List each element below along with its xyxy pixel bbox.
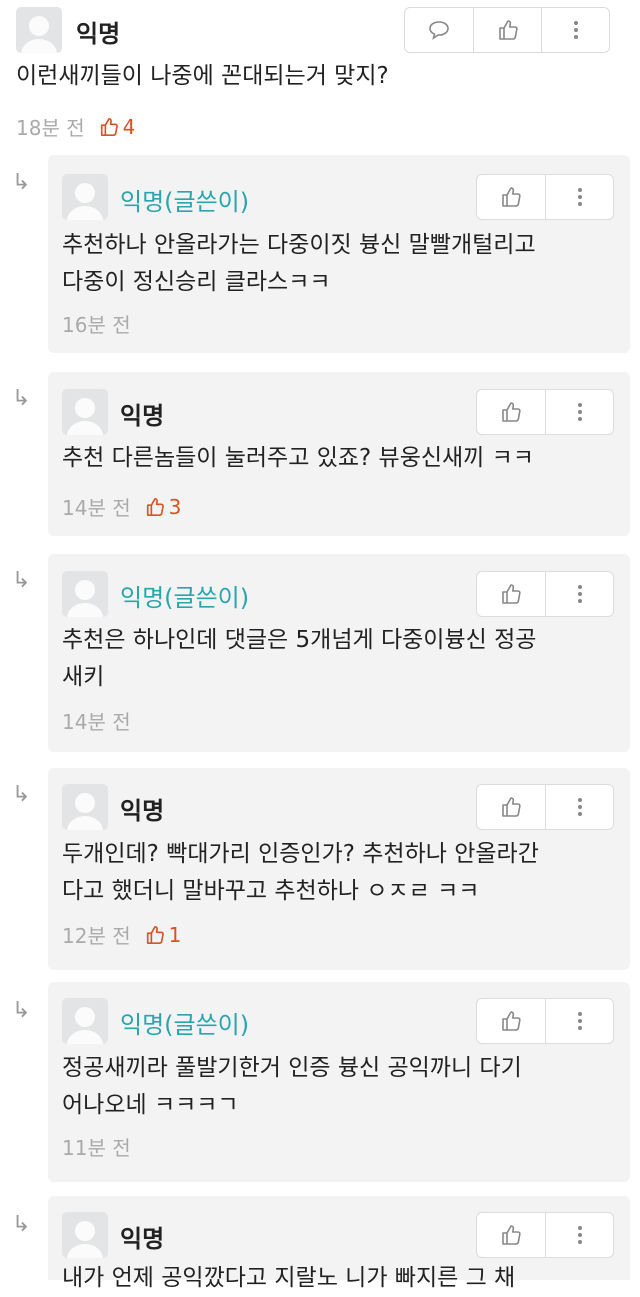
comment-meta: 16분 전 bbox=[62, 309, 131, 338]
comment-author[interactable]: 익명(글쓴이) bbox=[120, 182, 249, 217]
comment-meta: 14분 전 3 bbox=[62, 492, 181, 521]
comment-actions bbox=[476, 1212, 614, 1258]
comment-author[interactable]: 익명 bbox=[120, 396, 164, 431]
comment-text: 추천 다른놈들이 눌러주고 있죠? 뷰웅신새끼 ㅋㅋ bbox=[62, 445, 534, 471]
reply-comment: 익명 두개인데? 빡대가리 인증인가? 추천하나 안올라간 다고 했더니 말바꾸… bbox=[48, 768, 630, 970]
reply-button[interactable] bbox=[405, 8, 473, 52]
comment-text: 이런새끼들이 나중에 꼰대되는거 맞지? bbox=[16, 63, 389, 89]
thumbs-up-icon bbox=[502, 402, 521, 422]
comment-author[interactable]: 익명(글쓴이) bbox=[120, 1005, 249, 1040]
comment-time: 18분 전 bbox=[16, 116, 85, 140]
comment-actions bbox=[476, 784, 614, 830]
comment-author[interactable]: 익명 bbox=[120, 791, 164, 826]
comment-time: 14분 전 bbox=[62, 496, 131, 520]
more-button[interactable] bbox=[545, 1213, 613, 1257]
comment-time: 14분 전 bbox=[62, 710, 131, 734]
avatar[interactable] bbox=[62, 998, 108, 1044]
avatar[interactable] bbox=[62, 389, 108, 435]
reply-arrow-icon: ↳ bbox=[12, 170, 31, 195]
reply-arrow-icon: ↳ bbox=[12, 782, 31, 807]
avatar[interactable] bbox=[16, 7, 62, 53]
reply-comment: 익명(글쓴이) 추천하나 안올라가는 다중이짓 븅신 말빨개털리고 다중이 정신… bbox=[48, 155, 630, 353]
like-button[interactable] bbox=[477, 785, 545, 829]
comment-actions bbox=[476, 389, 614, 435]
like-count: 4 bbox=[99, 115, 135, 139]
comment-text: 정공새끼라 풀발기한거 인증 븅신 공익까니 다기 어나오네 ㅋㅋㅋㄱ bbox=[62, 1055, 522, 1118]
like-button[interactable] bbox=[477, 175, 545, 219]
reply-comment: 익명 추천 다른놈들이 눌러주고 있죠? 뷰웅신새끼 ㅋㅋ 14분 전 3 bbox=[48, 372, 630, 536]
speech-bubble-icon bbox=[429, 21, 449, 40]
comment-meta: 12분 전 1 bbox=[62, 920, 181, 949]
top-comment: 익명 이런새끼들이 나중에 꼰대되는거 맞지? 18분 전 4 bbox=[0, 0, 640, 150]
more-button[interactable] bbox=[541, 8, 609, 52]
more-vertical-icon bbox=[573, 21, 578, 39]
comment-actions bbox=[476, 174, 614, 220]
like-button[interactable] bbox=[477, 999, 545, 1043]
thumbs-up-icon bbox=[502, 797, 521, 817]
avatar[interactable] bbox=[62, 784, 108, 830]
comment-text: 내가 언제 공익깠다고 지랄노 니가 빠지른 그 채 bbox=[62, 1265, 516, 1291]
thumbs-up-icon bbox=[498, 20, 518, 40]
like-button[interactable] bbox=[477, 1213, 545, 1257]
comment-author[interactable]: 익명(글쓴이) bbox=[120, 578, 249, 613]
more-button[interactable] bbox=[545, 175, 613, 219]
more-vertical-icon bbox=[577, 1226, 582, 1244]
reply-arrow-icon: ↳ bbox=[12, 1212, 31, 1237]
like-button[interactable] bbox=[473, 8, 541, 52]
comment-actions bbox=[476, 571, 614, 617]
reply-comment: 익명(글쓴이) 추천은 하나인데 댓글은 5개넘게 다중이븅신 정공 새키 14… bbox=[48, 554, 630, 752]
more-button[interactable] bbox=[545, 999, 613, 1043]
like-count: 1 bbox=[145, 923, 181, 947]
more-vertical-icon bbox=[577, 798, 582, 816]
reply-comment: 익명(글쓴이) 정공새끼라 풀발기한거 인증 븅신 공익까니 다기 어나오네 ㅋ… bbox=[48, 982, 630, 1182]
more-vertical-icon bbox=[577, 403, 582, 421]
comment-actions bbox=[404, 7, 610, 53]
thumbs-up-icon bbox=[146, 925, 164, 944]
avatar[interactable] bbox=[62, 174, 108, 220]
comment-meta: 18분 전 4 bbox=[16, 112, 135, 141]
thumbs-up-icon bbox=[502, 1011, 521, 1031]
comment-text: 추천은 하나인데 댓글은 5개넘게 다중이븅신 정공 새키 bbox=[62, 627, 537, 690]
like-count: 3 bbox=[145, 495, 181, 519]
reply-comment: 익명 내가 언제 공익깠다고 지랄노 니가 빠지른 그 채 bbox=[48, 1196, 630, 1291]
thumbs-up-icon bbox=[502, 1225, 521, 1245]
more-button[interactable] bbox=[545, 390, 613, 434]
more-vertical-icon bbox=[577, 188, 582, 206]
comment-meta: 14분 전 bbox=[62, 706, 131, 735]
more-button[interactable] bbox=[545, 572, 613, 616]
reply-arrow-icon: ↳ bbox=[12, 998, 31, 1023]
more-vertical-icon bbox=[577, 585, 582, 603]
comment-text: 추천하나 안올라가는 다중이짓 븅신 말빨개털리고 다중이 정신승리 클라스ㅋㅋ bbox=[62, 232, 536, 295]
more-button[interactable] bbox=[545, 785, 613, 829]
comment-time: 11분 전 bbox=[62, 1136, 131, 1160]
comment-actions bbox=[476, 998, 614, 1044]
comment-text: 두개인데? 빡대가리 인증인가? 추천하나 안올라간 다고 했더니 말바꾸고 추… bbox=[62, 841, 539, 904]
comment-author[interactable]: 익명 bbox=[76, 14, 120, 49]
comment-meta: 11분 전 bbox=[62, 1132, 131, 1161]
avatar[interactable] bbox=[62, 1212, 108, 1258]
comment-time: 12분 전 bbox=[62, 924, 131, 948]
more-vertical-icon bbox=[577, 1012, 582, 1030]
like-button[interactable] bbox=[477, 390, 545, 434]
reply-arrow-icon: ↳ bbox=[12, 568, 31, 593]
thumbs-up-icon bbox=[146, 497, 164, 516]
like-button[interactable] bbox=[477, 572, 545, 616]
reply-arrow-icon: ↳ bbox=[12, 386, 31, 411]
thumbs-up-icon bbox=[502, 584, 521, 604]
thumbs-up-icon bbox=[502, 187, 521, 207]
comment-time: 16분 전 bbox=[62, 313, 131, 337]
comment-author[interactable]: 익명 bbox=[120, 1219, 164, 1254]
thumbs-up-icon bbox=[100, 117, 118, 136]
avatar[interactable] bbox=[62, 571, 108, 617]
